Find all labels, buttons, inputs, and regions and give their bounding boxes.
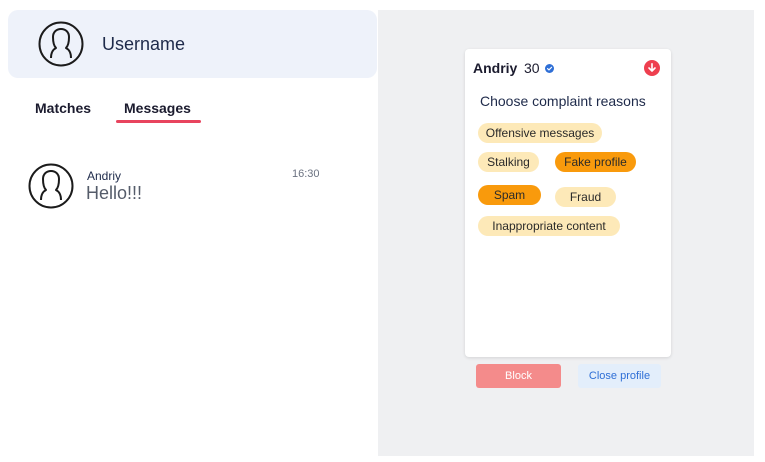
profile-panel: Andriy 30 Choose complaint reasons Offen… — [378, 10, 754, 456]
reason-chip-spam[interactable]: Spam — [478, 185, 541, 205]
profile-card: Andriy 30 Choose complaint reasons Offen… — [465, 49, 671, 357]
reason-chip-fake-profile[interactable]: Fake profile — [555, 152, 636, 172]
chevron-down-circle-icon[interactable] — [644, 60, 660, 76]
reason-chip-fraud[interactable]: Fraud — [555, 187, 616, 207]
active-tab-indicator — [116, 120, 201, 123]
user-avatar-icon[interactable] — [38, 21, 84, 67]
reason-chip-inappropriate-content[interactable]: Inappropriate content — [478, 216, 620, 236]
verified-check-icon — [545, 64, 554, 73]
username-label: Username — [102, 33, 186, 54]
profile-age: 30 — [524, 60, 540, 76]
complaint-title: Choose complaint reasons — [480, 93, 646, 109]
reason-chip-stalking[interactable]: Stalking — [478, 152, 539, 172]
message-timestamp: 16:30 — [292, 168, 320, 180]
close-profile-button[interactable]: Close profile — [578, 364, 661, 388]
profile-name: Andriy — [473, 60, 518, 76]
message-preview-text: Hello!!! — [86, 183, 143, 203]
reason-chip-offensive-messages[interactable]: Offensive messages — [478, 123, 602, 143]
message-list-item[interactable]: Andriy Hello!!! 16:30 — [28, 163, 328, 213]
user-avatar-icon — [28, 163, 74, 209]
message-sender-name: Andriy — [87, 169, 122, 183]
tab-messages[interactable]: Messages — [124, 100, 191, 116]
tab-matches[interactable]: Matches — [35, 100, 91, 116]
user-header: Username — [8, 10, 377, 78]
block-button[interactable]: Block — [476, 364, 561, 388]
